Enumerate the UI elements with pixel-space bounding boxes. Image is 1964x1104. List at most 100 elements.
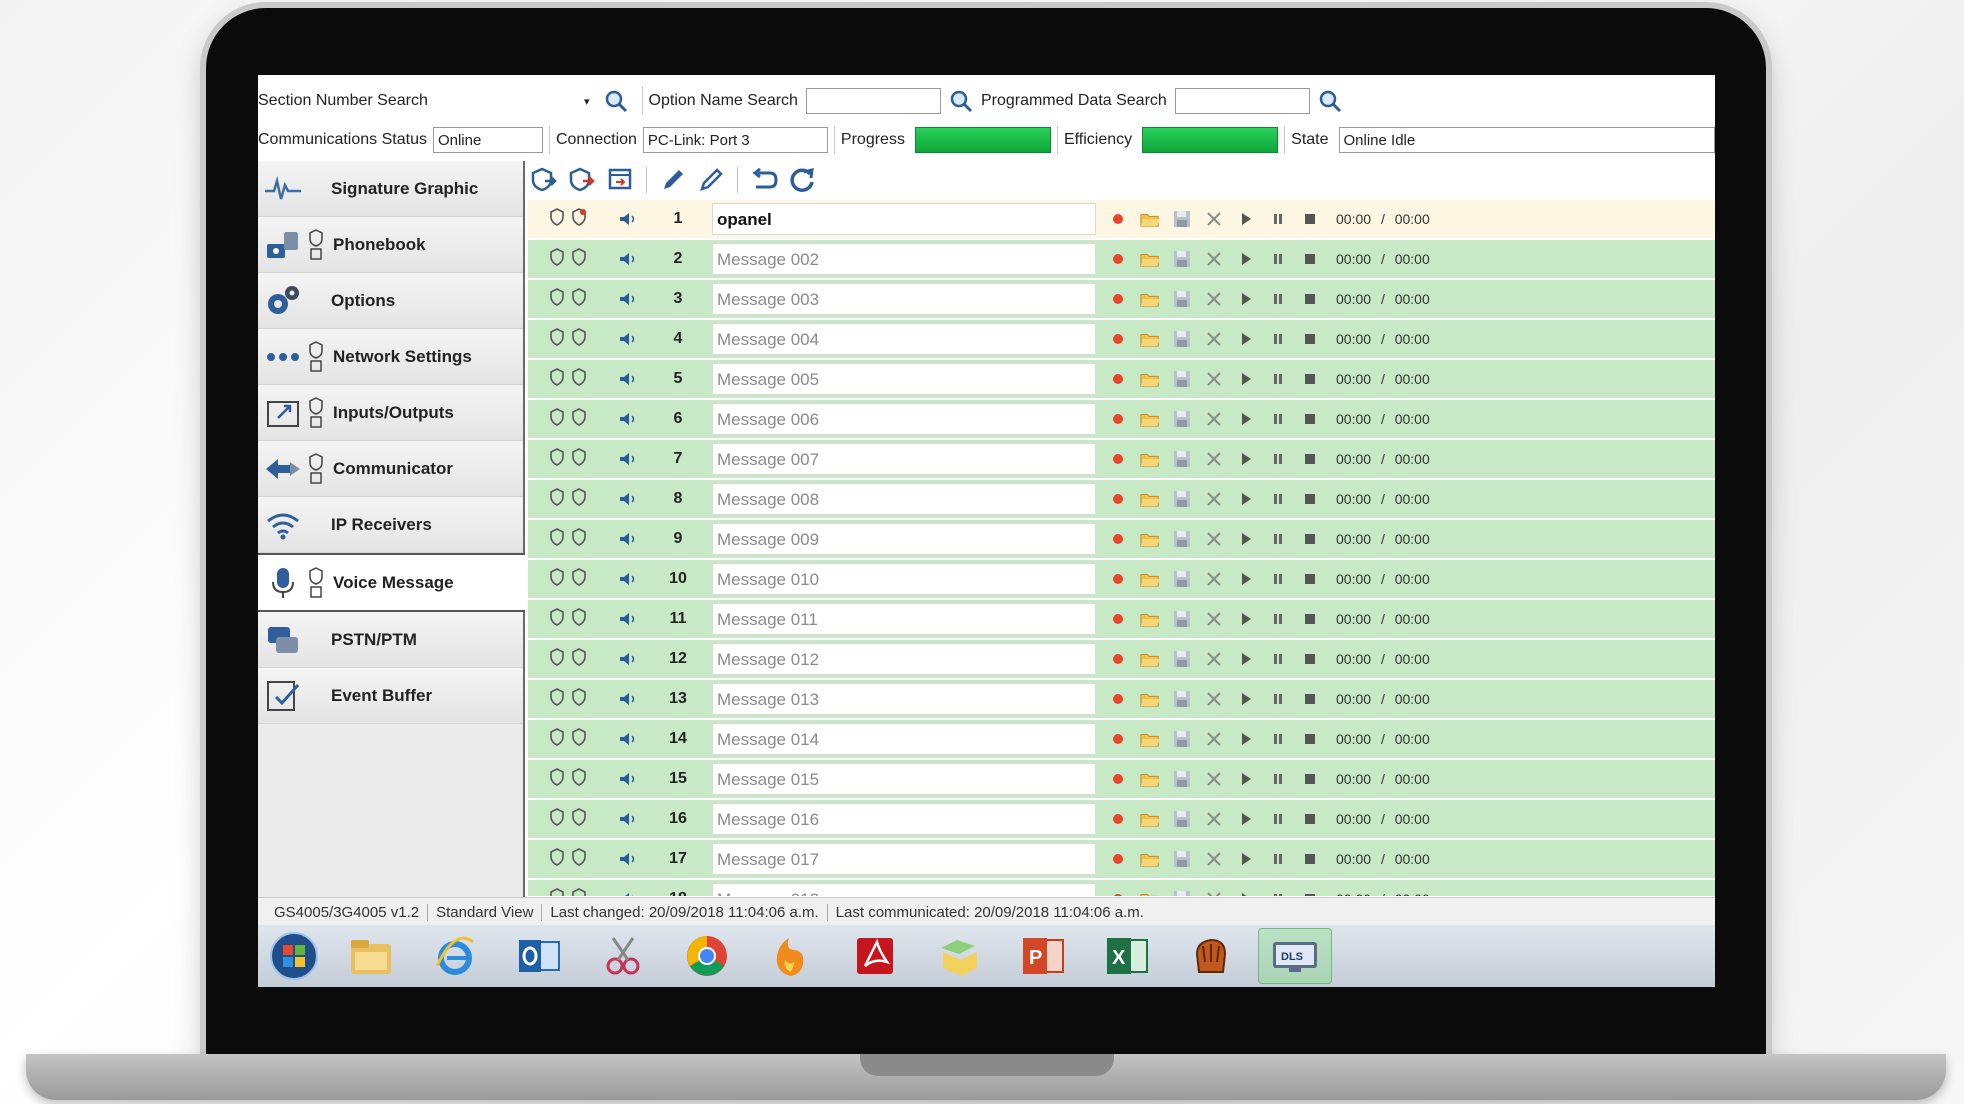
sidebar-item-communicator[interactable]: Communicator [258, 441, 523, 497]
shield-icon[interactable] [571, 327, 587, 351]
speaker-icon[interactable] [608, 492, 648, 506]
pause-icon[interactable] [1268, 489, 1288, 509]
shield-arrow-icon[interactable] [528, 164, 560, 196]
message-name-field[interactable]: Message 002 [712, 243, 1096, 275]
pause-icon[interactable] [1268, 649, 1288, 669]
play-icon[interactable] [1236, 449, 1256, 469]
pause-icon[interactable] [1268, 449, 1288, 469]
delete-icon[interactable] [1204, 489, 1224, 509]
table-row[interactable]: 16 Message 016 00:00 / 00:00 [528, 800, 1715, 838]
table-row[interactable]: 13 Message 013 00:00 / 00:00 [528, 680, 1715, 718]
open-folder-icon[interactable] [1140, 689, 1160, 709]
stop-icon[interactable] [1300, 209, 1320, 229]
stop-icon[interactable] [1300, 249, 1320, 269]
record-icon[interactable] [1108, 649, 1128, 669]
record-icon[interactable] [1108, 689, 1128, 709]
glove-app-icon[interactable] [1174, 928, 1248, 984]
excel-icon[interactable]: X [1090, 928, 1164, 984]
open-folder-icon[interactable] [1140, 409, 1160, 429]
play-icon[interactable] [1236, 289, 1256, 309]
record-icon[interactable] [1108, 249, 1128, 269]
record-icon[interactable] [1108, 849, 1128, 869]
play-icon[interactable] [1236, 489, 1256, 509]
delete-icon[interactable] [1204, 609, 1224, 629]
pause-icon[interactable] [1268, 369, 1288, 389]
firefox-icon[interactable] [754, 928, 828, 984]
table-row[interactable]: 6 Message 006 00:00 / 00:00 [528, 400, 1715, 438]
table-row[interactable]: 15 Message 015 00:00 / 00:00 [528, 760, 1715, 798]
speaker-icon[interactable] [608, 252, 648, 266]
open-folder-icon[interactable] [1140, 249, 1160, 269]
open-folder-icon[interactable] [1140, 449, 1160, 469]
pause-icon[interactable] [1268, 849, 1288, 869]
pause-icon[interactable] [1268, 609, 1288, 629]
windows-start-icon[interactable] [264, 928, 324, 984]
table-row[interactable]: 11 Message 011 00:00 / 00:00 [528, 600, 1715, 638]
play-icon[interactable] [1236, 209, 1256, 229]
delete-icon[interactable] [1204, 689, 1224, 709]
shield-icon[interactable] [549, 647, 565, 671]
message-name-field[interactable]: Message 012 [712, 643, 1096, 675]
stop-icon[interactable] [1300, 609, 1320, 629]
shield-icon[interactable] [571, 767, 587, 791]
shield-icon[interactable] [549, 447, 565, 471]
speaker-icon[interactable] [608, 532, 648, 546]
pause-icon[interactable] [1268, 209, 1288, 229]
stop-icon[interactable] [1300, 409, 1320, 429]
pause-icon[interactable] [1268, 769, 1288, 789]
record-icon[interactable] [1108, 409, 1128, 429]
message-name-field[interactable]: Message 006 [712, 403, 1096, 435]
delete-icon[interactable] [1204, 249, 1224, 269]
message-name-field[interactable]: Message 007 [712, 443, 1096, 475]
stop-icon[interactable] [1300, 289, 1320, 309]
record-icon[interactable] [1108, 449, 1128, 469]
delete-icon[interactable] [1204, 329, 1224, 349]
speaker-icon[interactable] [608, 772, 648, 786]
record-icon[interactable] [1108, 329, 1128, 349]
shield-icon[interactable] [571, 567, 587, 591]
save-icon[interactable] [1172, 849, 1192, 869]
speaker-icon[interactable] [608, 652, 648, 666]
shield-icon[interactable] [571, 527, 587, 551]
pause-icon[interactable] [1268, 529, 1288, 549]
table-row[interactable]: 5 Message 005 00:00 / 00:00 [528, 360, 1715, 398]
speaker-icon[interactable] [608, 812, 648, 826]
message-name-field[interactable]: Message 017 [712, 843, 1096, 875]
play-icon[interactable] [1236, 849, 1256, 869]
shield-icon[interactable] [549, 247, 565, 271]
message-name-field[interactable]: Message 005 [712, 363, 1096, 395]
record-icon[interactable] [1108, 569, 1128, 589]
shield-icon[interactable] [549, 567, 565, 591]
record-icon[interactable] [1108, 289, 1128, 309]
message-name-field[interactable]: Message 010 [712, 563, 1096, 595]
play-icon[interactable] [1236, 369, 1256, 389]
stop-icon[interactable] [1300, 649, 1320, 669]
record-icon[interactable] [1108, 369, 1128, 389]
save-icon[interactable] [1172, 889, 1192, 896]
shield-icon[interactable] [571, 247, 587, 271]
speaker-icon[interactable] [608, 572, 648, 586]
search-icon[interactable] [947, 87, 975, 115]
shield-icon[interactable] [549, 607, 565, 631]
pdf-reader-icon[interactable] [838, 928, 912, 984]
delete-icon[interactable] [1204, 849, 1224, 869]
stop-icon[interactable] [1300, 569, 1320, 589]
delete-icon[interactable] [1204, 809, 1224, 829]
pause-icon[interactable] [1268, 569, 1288, 589]
save-icon[interactable] [1172, 369, 1192, 389]
record-icon[interactable] [1108, 609, 1128, 629]
shield-icon[interactable] [571, 807, 587, 831]
powerpoint-icon[interactable]: P [1006, 928, 1080, 984]
message-name-field[interactable]: Message 016 [712, 803, 1096, 835]
delete-icon[interactable] [1204, 729, 1224, 749]
screen-transfer-icon[interactable] [604, 164, 636, 196]
save-icon[interactable] [1172, 449, 1192, 469]
delete-icon[interactable] [1204, 569, 1224, 589]
file-explorer-icon[interactable] [334, 928, 408, 984]
open-folder-icon[interactable] [1140, 569, 1160, 589]
speaker-icon[interactable] [608, 612, 648, 626]
save-icon[interactable] [1172, 409, 1192, 429]
table-row[interactable]: 4 Message 004 00:00 / 00:00 [528, 320, 1715, 358]
stop-icon[interactable] [1300, 489, 1320, 509]
play-icon[interactable] [1236, 809, 1256, 829]
